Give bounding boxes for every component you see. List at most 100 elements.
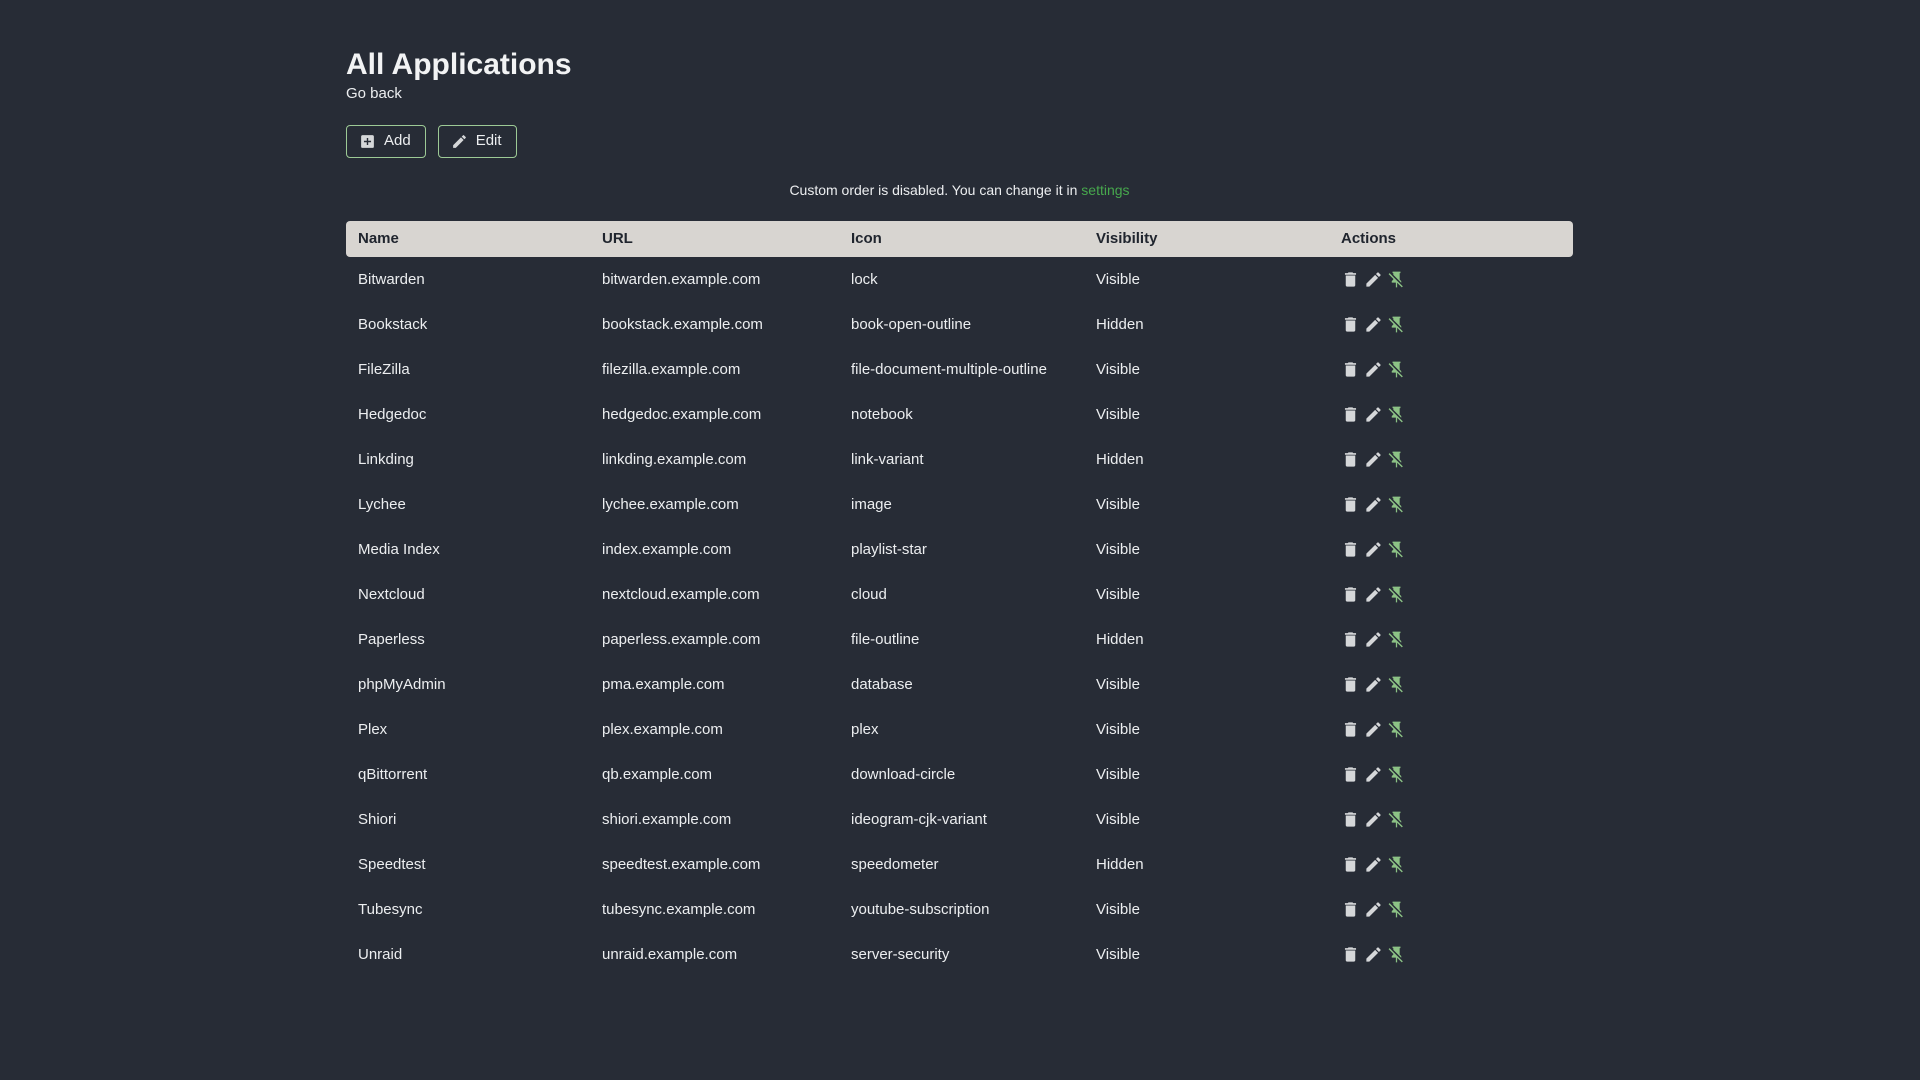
pin-off-icon[interactable] (1387, 540, 1406, 559)
pin-off-icon[interactable] (1387, 855, 1406, 874)
app-name: Media Index (358, 540, 440, 558)
app-name: Hedgedoc (358, 405, 427, 423)
pencil-icon[interactable] (1364, 675, 1383, 694)
table-row: FileZilla filezilla.example.com file-doc… (346, 347, 1573, 392)
pin-off-icon[interactable] (1387, 405, 1406, 424)
app-url: bookstack.example.com (602, 315, 763, 333)
pencil-icon[interactable] (1364, 450, 1383, 469)
edit-button[interactable]: Edit (437, 125, 517, 158)
delete-icon[interactable] (1341, 405, 1360, 424)
delete-icon[interactable] (1341, 360, 1360, 379)
pencil-icon[interactable] (1364, 855, 1383, 874)
app-icon-name: book-open-outline (851, 315, 972, 333)
app-visibility: Hidden (1096, 855, 1144, 873)
app-visibility: Visible (1096, 945, 1140, 963)
delete-icon[interactable] (1341, 765, 1360, 784)
app-icon-name: youtube-subscription (851, 900, 990, 918)
app-icon-name: server-security (851, 945, 950, 963)
delete-icon[interactable] (1341, 315, 1360, 334)
delete-icon[interactable] (1341, 945, 1360, 964)
app-icon-name: speedometer (851, 855, 939, 873)
app-url: lychee.example.com (602, 495, 739, 513)
pencil-icon[interactable] (1364, 540, 1383, 559)
column-header-name: Name (346, 221, 590, 257)
pencil-icon[interactable] (1364, 765, 1383, 784)
delete-icon[interactable] (1341, 450, 1360, 469)
table-header: Name URL Icon Visibility Actions (346, 221, 1573, 257)
delete-icon[interactable] (1341, 630, 1360, 649)
app-visibility: Visible (1096, 585, 1140, 603)
pencil-icon[interactable] (1364, 360, 1383, 379)
table-row: Linkding linkding.example.com link-varia… (346, 437, 1573, 482)
row-actions (1341, 810, 1561, 829)
pin-off-icon[interactable] (1387, 675, 1406, 694)
delete-icon[interactable] (1341, 495, 1360, 514)
app-url: paperless.example.com (602, 630, 761, 648)
delete-icon[interactable] (1341, 855, 1360, 874)
pencil-icon[interactable] (1364, 495, 1383, 514)
app-visibility: Hidden (1096, 450, 1144, 468)
pin-off-icon[interactable] (1387, 360, 1406, 379)
pencil-icon[interactable] (1364, 945, 1383, 964)
delete-icon[interactable] (1341, 585, 1360, 604)
app-visibility: Visible (1096, 720, 1140, 738)
go-back-link[interactable]: Go back (346, 85, 402, 102)
app-name: Unraid (358, 945, 403, 963)
table-row: Media Index index.example.com playlist-s… (346, 527, 1573, 572)
row-actions (1341, 855, 1561, 874)
app-name: Shiori (358, 810, 397, 828)
pin-off-icon[interactable] (1387, 900, 1406, 919)
row-actions (1341, 765, 1561, 784)
delete-icon[interactable] (1341, 270, 1360, 289)
row-actions (1341, 360, 1561, 379)
pin-off-icon[interactable] (1387, 315, 1406, 334)
row-actions (1341, 270, 1561, 289)
settings-link[interactable]: settings (1081, 182, 1129, 198)
pin-off-icon[interactable] (1387, 495, 1406, 514)
pin-off-icon[interactable] (1387, 585, 1406, 604)
table-row: Tubesync tubesync.example.com youtube-su… (346, 887, 1573, 932)
pin-off-icon[interactable] (1387, 720, 1406, 739)
delete-icon[interactable] (1341, 675, 1360, 694)
pin-off-icon[interactable] (1387, 945, 1406, 964)
app-url: linkding.example.com (602, 450, 747, 468)
app-url: bitwarden.example.com (602, 270, 761, 288)
row-actions (1341, 675, 1561, 694)
pencil-icon[interactable] (1364, 810, 1383, 829)
app-icon-name: notebook (851, 405, 913, 423)
app-name: Linkding (358, 450, 414, 468)
pencil-icon[interactable] (1364, 315, 1383, 334)
app-url: unraid.example.com (602, 945, 738, 963)
app-visibility: Visible (1096, 360, 1140, 378)
pencil-icon[interactable] (1364, 900, 1383, 919)
pencil-icon[interactable] (1364, 630, 1383, 649)
pencil-icon[interactable] (1364, 585, 1383, 604)
app-name: Bitwarden (358, 270, 425, 288)
pencil-icon[interactable] (1364, 270, 1383, 289)
app-icon-name: link-variant (851, 450, 924, 468)
row-actions (1341, 585, 1561, 604)
pencil-icon[interactable] (1364, 720, 1383, 739)
delete-icon[interactable] (1341, 810, 1360, 829)
row-actions (1341, 900, 1561, 919)
app-name: phpMyAdmin (358, 675, 446, 693)
pin-off-icon[interactable] (1387, 450, 1406, 469)
row-actions (1341, 945, 1561, 964)
app-icon-name: lock (851, 270, 878, 288)
page-title: All Applications (346, 48, 572, 81)
app-visibility: Visible (1096, 270, 1140, 288)
column-header-icon: Icon (839, 221, 1084, 257)
pin-off-icon[interactable] (1387, 630, 1406, 649)
pencil-icon[interactable] (1364, 405, 1383, 424)
column-header-actions: Actions (1329, 221, 1573, 257)
delete-icon[interactable] (1341, 720, 1360, 739)
pin-off-icon[interactable] (1387, 810, 1406, 829)
pin-off-icon[interactable] (1387, 270, 1406, 289)
delete-icon[interactable] (1341, 900, 1360, 919)
delete-icon[interactable] (1341, 540, 1360, 559)
pin-off-icon[interactable] (1387, 765, 1406, 784)
app-icon-name: playlist-star (851, 540, 927, 558)
table-row: Shiori shiori.example.com ideogram-cjk-v… (346, 797, 1573, 842)
app-icon-name: ideogram-cjk-variant (851, 810, 987, 828)
add-button[interactable]: Add (346, 125, 426, 158)
